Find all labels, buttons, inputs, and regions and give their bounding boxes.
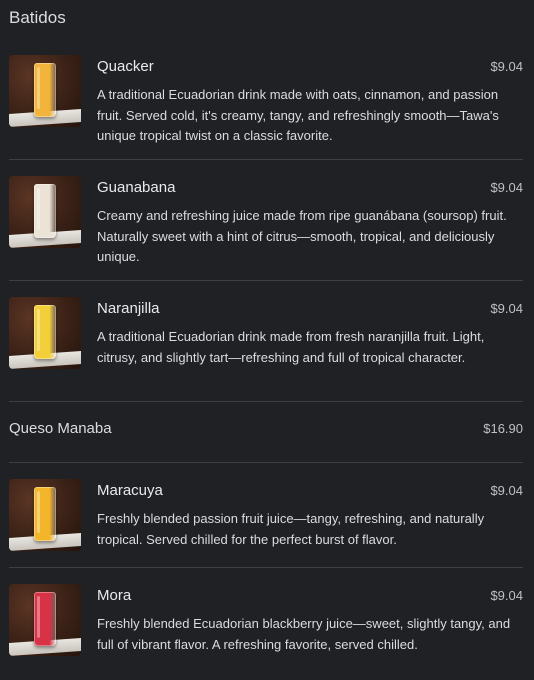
menu-page: Batidos Quacker $9.04 A traditional Ecua…: [0, 0, 534, 680]
item-description: A traditional Ecuadorian drink made from…: [97, 329, 485, 365]
item-price: $16.90: [483, 421, 523, 436]
item-photo: [9, 297, 81, 369]
item-price: $9.04: [490, 301, 523, 316]
item-name: Guanabana: [97, 179, 176, 196]
drink-glass-icon: [34, 487, 56, 541]
item-price: $9.04: [490, 59, 523, 74]
divider: [9, 401, 523, 402]
item-name: Quacker: [97, 58, 154, 75]
item-photo: [9, 176, 81, 248]
item-description: Creamy and refreshing juice made from ri…: [97, 208, 507, 264]
divider: [9, 462, 523, 463]
item-price: $9.04: [490, 180, 523, 195]
menu-item-quacker[interactable]: Quacker $9.04 A traditional Ecuadorian d…: [9, 55, 523, 143]
item-photo: [9, 55, 81, 127]
drink-glass-icon: [34, 63, 56, 117]
item-description: Freshly blended passion fruit juice—tang…: [97, 511, 485, 547]
item-name: Maracuya: [97, 482, 163, 499]
menu-item-guanabana[interactable]: Guanabana $9.04 Creamy and refreshing ju…: [9, 176, 523, 264]
item-photo: [9, 479, 81, 551]
item-price: $9.04: [490, 483, 523, 498]
item-price: $9.04: [490, 588, 523, 603]
item-name: Mora: [97, 587, 132, 604]
menu-item-maracuya[interactable]: Maracuya $9.04 Freshly blended passion f…: [9, 479, 523, 551]
item-name: Naranjilla: [97, 300, 160, 317]
drink-glass-icon: [34, 184, 56, 238]
drink-glass-icon: [34, 592, 56, 646]
menu-item-naranjilla[interactable]: Naranjilla $9.04 A traditional Ecuadoria…: [9, 297, 523, 377]
item-description: Freshly blended Ecuadorian blackberry ju…: [97, 616, 511, 652]
item-name: Queso Manaba: [9, 420, 112, 437]
divider: [9, 567, 523, 568]
section-title: Batidos: [9, 8, 66, 27]
drink-glass-icon: [34, 305, 56, 359]
item-photo: [9, 584, 81, 656]
divider: [9, 159, 523, 160]
item-description: A traditional Ecuadorian drink made with…: [97, 87, 499, 143]
menu-item-mora[interactable]: Mora $9.04 Freshly blended Ecuadorian bl…: [9, 584, 523, 664]
divider: [9, 280, 523, 281]
